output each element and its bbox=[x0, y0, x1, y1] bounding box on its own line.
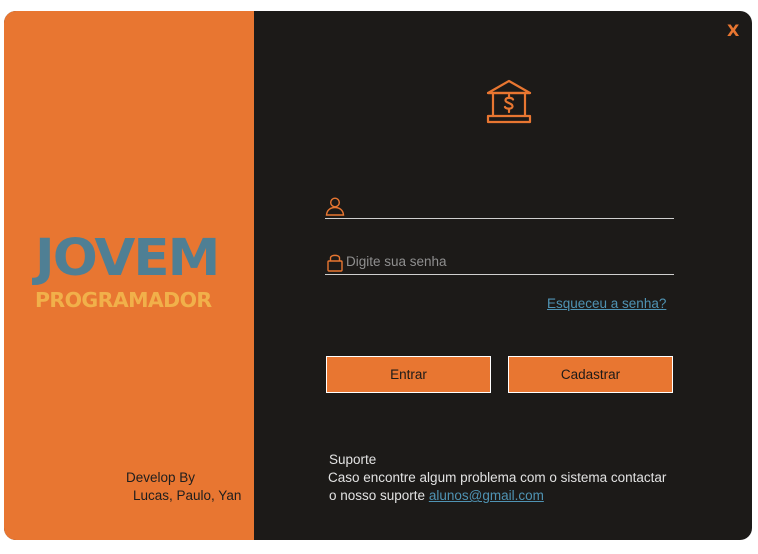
password-input[interactable] bbox=[346, 251, 666, 271]
support-title: Suporte bbox=[329, 452, 377, 467]
logo-subtitle: PROGRAMADOR bbox=[35, 288, 212, 312]
support-prefix: o nosso suporte bbox=[329, 488, 426, 503]
login-window: JOVEM PROGRAMADOR Develop By Lucas, Paul… bbox=[4, 11, 752, 540]
username-field bbox=[325, 194, 674, 219]
logo-title: JOVEM bbox=[35, 229, 220, 288]
credits-label: Develop By bbox=[126, 470, 196, 485]
password-field bbox=[325, 250, 674, 275]
support-text: Caso encontre algum problema com o siste… bbox=[328, 470, 667, 485]
username-input[interactable] bbox=[346, 195, 666, 215]
bank-icon bbox=[486, 79, 532, 124]
credits-names: Lucas, Paulo, Yan bbox=[133, 488, 242, 503]
lock-icon bbox=[327, 254, 343, 272]
login-button[interactable]: Entrar bbox=[326, 356, 491, 393]
register-button[interactable]: Cadastrar bbox=[508, 356, 673, 393]
user-icon bbox=[325, 197, 345, 216]
support-contact-line: o nosso suporte alunos@gmail.com bbox=[329, 488, 544, 503]
close-button[interactable]: X bbox=[727, 21, 739, 40]
support-email-link[interactable]: alunos@gmail.com bbox=[429, 488, 544, 503]
forgot-password-link[interactable]: Esqueceu a senha? bbox=[547, 296, 666, 311]
brand-panel: JOVEM PROGRAMADOR Develop By Lucas, Paul… bbox=[4, 11, 254, 540]
